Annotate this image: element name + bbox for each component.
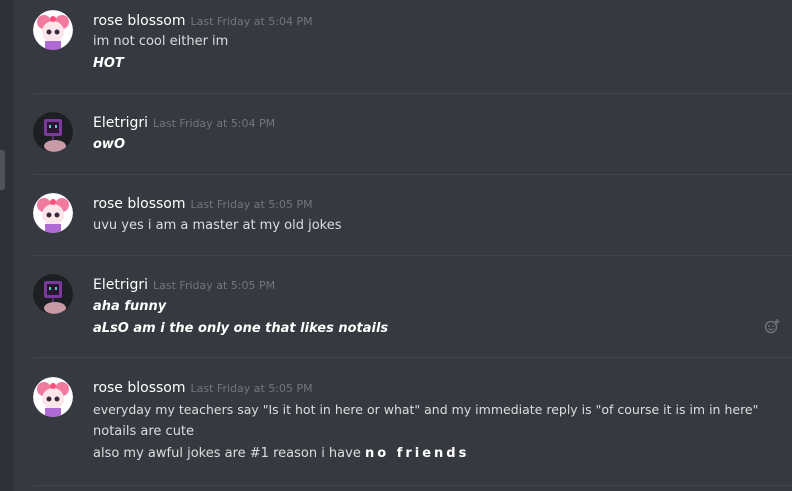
message-header: Eletrigri Last Friday at 5:05 PM [93,274,275,296]
message-text: also my awful jokes are #1 reason i have [93,446,361,461]
add-reaction-icon[interactable] [764,318,780,334]
avatar-eletrigri[interactable] [33,112,73,152]
message-text: uvu yes i am a master at my old jokes [93,218,342,233]
message-group: rose blossom Last Friday at 5:04 PM im no… [33,10,792,80]
username[interactable]: Eletrigri [93,277,148,293]
message-divider [33,485,792,486]
message-text: everyday my teachers say "Is it hot in h… [93,402,759,417]
left-rail [0,0,13,491]
timestamp: Last Friday at 5:05 PM [190,382,313,395]
avatar-rose[interactable] [33,10,73,50]
message-text: HOT [93,56,124,71]
username[interactable]: rose blossom [93,13,186,29]
username[interactable]: rose blossom [93,380,186,396]
message-divider [33,255,792,256]
message-divider [33,357,792,358]
username[interactable]: rose blossom [93,196,186,212]
timestamp: Last Friday at 5:04 PM [190,15,313,28]
avatar-rose[interactable] [33,193,73,233]
message-group: rose blossom Last Friday at 5:05 PM uvu y… [33,193,792,243]
message-divider [33,93,792,94]
message-text: aLsO am i the only one that likes notail… [93,321,389,336]
message-text-line: also my awful jokes are #1 reason i have… [93,444,469,464]
message-header: rose blossom Last Friday at 5:04 PM [93,10,313,32]
message-group: Eletrigri Last Friday at 5:04 PM owO [33,112,792,162]
message-group: rose blossom Last Friday at 5:05 PM every… [33,377,792,467]
avatar-eletrigri[interactable] [33,274,73,314]
username[interactable]: Eletrigri [93,115,148,131]
timestamp: Last Friday at 5:05 PM [190,198,313,211]
message-text: owO [93,137,125,152]
message-header: rose blossom Last Friday at 5:05 PM [93,193,313,215]
message-text-emphasis: no friends [364,446,470,461]
chat-log: rose blossom Last Friday at 5:04 PM im no… [13,0,792,491]
timestamp: Last Friday at 5:05 PM [153,279,276,292]
message-text: im not cool either im [93,34,229,49]
message-header: Eletrigri Last Friday at 5:04 PM [93,112,275,134]
message-text: aha funny [93,299,167,314]
message-divider [33,174,792,175]
message-group: Eletrigri Last Friday at 5:05 PM aha funn… [33,274,792,344]
message-header: rose blossom Last Friday at 5:05 PM [93,377,313,399]
timestamp: Last Friday at 5:04 PM [153,117,276,130]
scroll-marker[interactable] [0,150,5,190]
avatar-rose[interactable] [33,377,73,417]
message-text: notails are cute [93,424,195,439]
